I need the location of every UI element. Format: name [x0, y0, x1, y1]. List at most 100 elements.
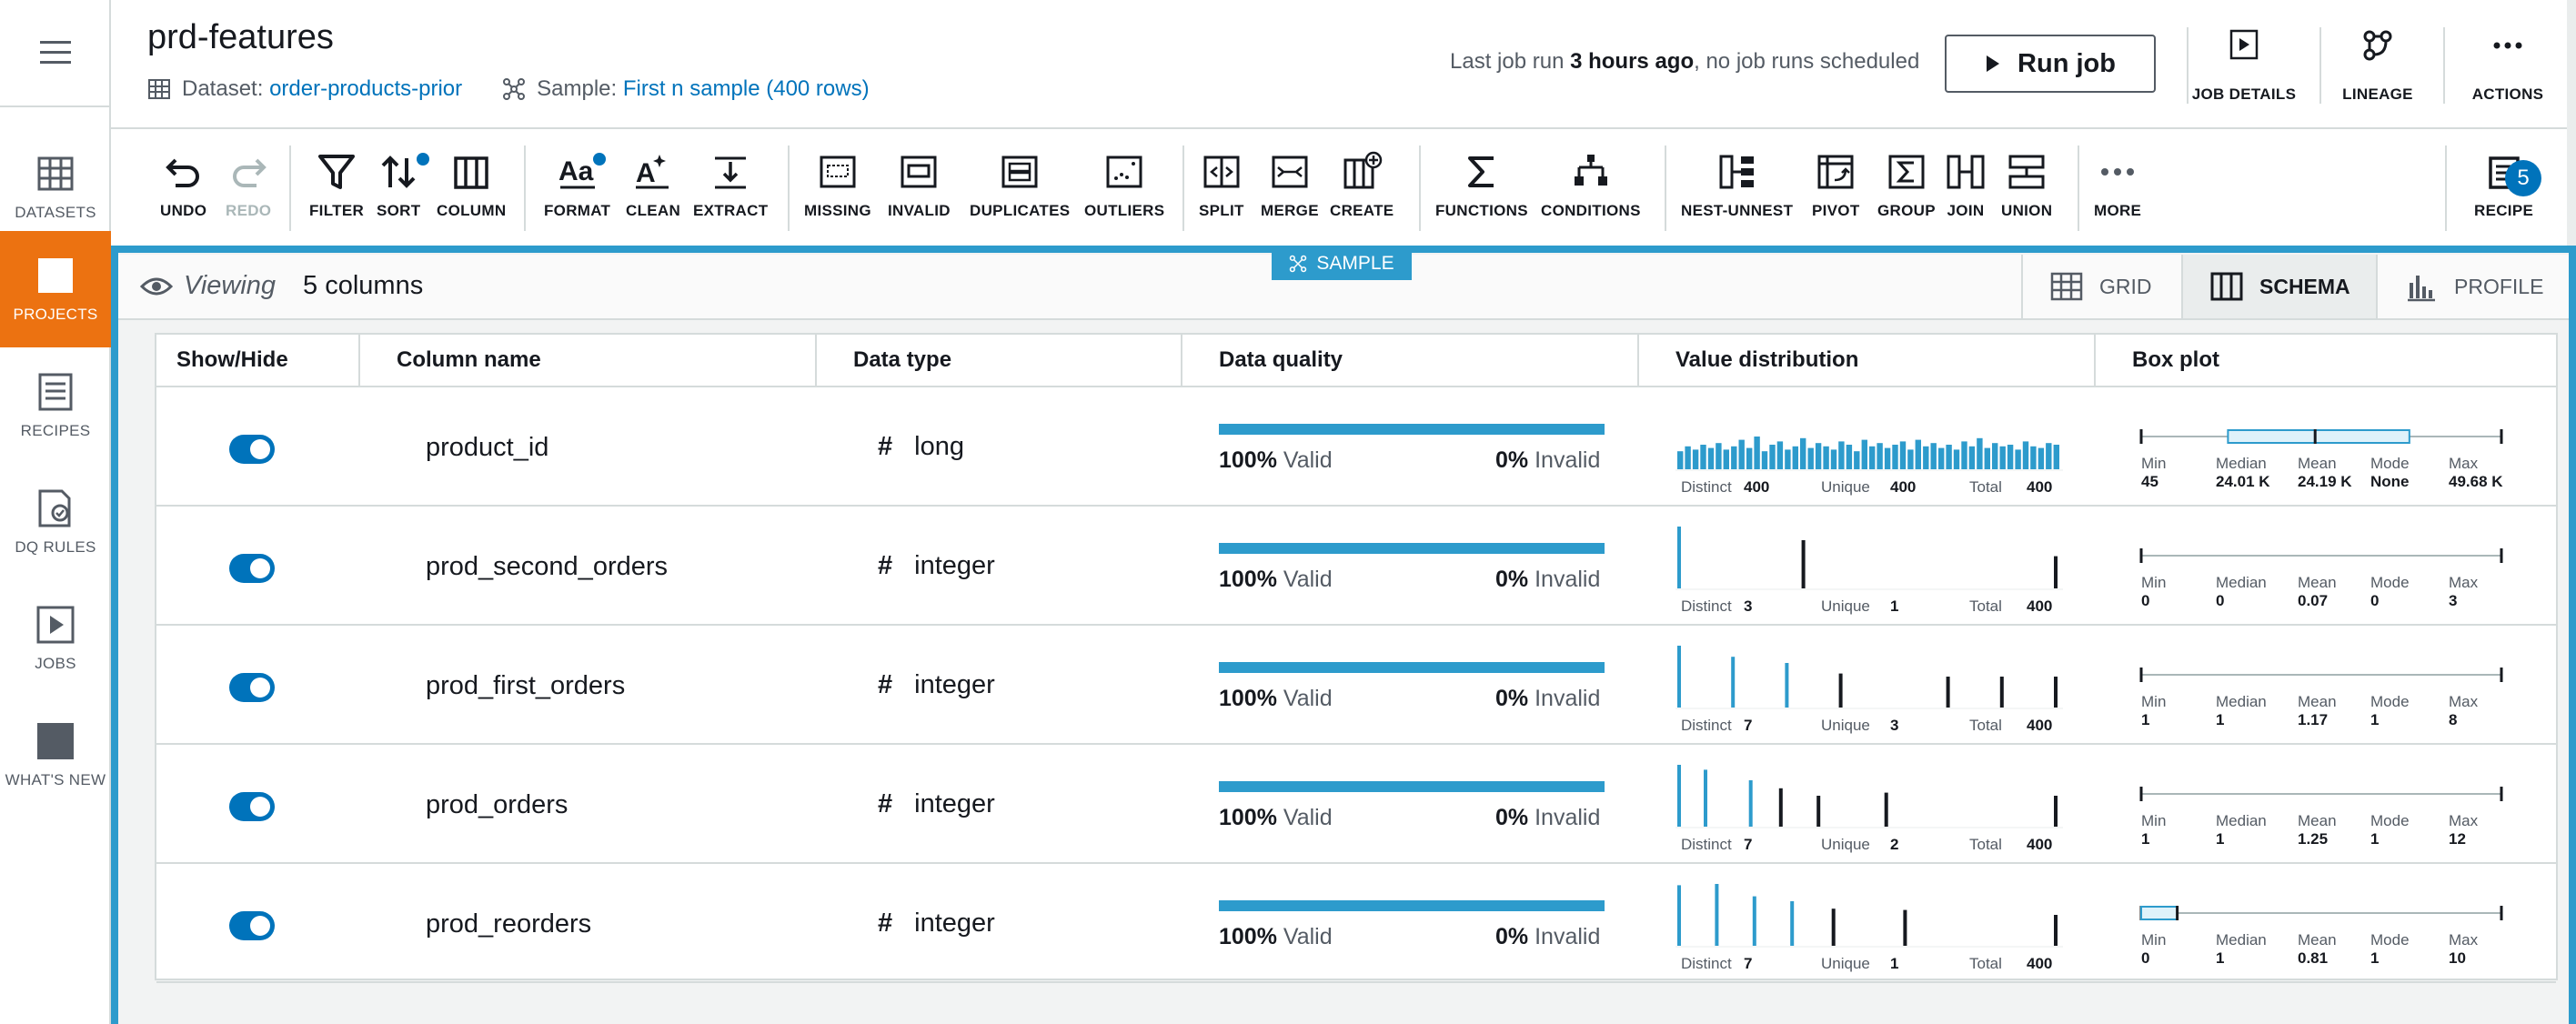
column-name[interactable]: prod_orders: [426, 790, 568, 820]
distribution-bar[interactable]: [1938, 447, 1945, 469]
distribution-bar[interactable]: [1778, 788, 1783, 827]
dataset-link[interactable]: order-products-prior: [269, 76, 462, 102]
merge-button[interactable]: MERGE: [1261, 151, 1319, 220]
invalid-button[interactable]: INVALID: [888, 151, 951, 220]
column-name[interactable]: product_id: [426, 433, 548, 463]
distribution-bar[interactable]: [1861, 439, 1867, 469]
tab-profile[interactable]: PROFILE: [2376, 255, 2569, 318]
column-name[interactable]: prod_first_orders: [426, 671, 625, 701]
distribution-bar[interactable]: [1731, 657, 1736, 708]
nav-projects[interactable]: PROJECTS: [0, 231, 111, 347]
distribution-bar[interactable]: [2022, 441, 2029, 469]
box-plot[interactable]: [2130, 781, 2512, 807]
table-row[interactable]: prod_reorders # integer 100% Valid 0% Inv…: [156, 864, 2556, 983]
columns-count[interactable]: 5 columns: [303, 271, 423, 301]
job-details-button[interactable]: JOB DETAILS: [2187, 27, 2299, 104]
distribution-bar[interactable]: [1884, 792, 1888, 827]
nav-datasets[interactable]: DATASETS: [0, 129, 111, 246]
redo-button[interactable]: REDO: [226, 151, 271, 220]
nav-recipes[interactable]: RECIPES: [0, 347, 111, 464]
nav-dq-rules[interactable]: DQ RULES: [0, 464, 111, 580]
distribution-bar[interactable]: [1968, 446, 1976, 469]
distribution-bar[interactable]: [1961, 441, 1967, 469]
show-hide-toggle[interactable]: [229, 792, 275, 821]
distribution-bar[interactable]: [1854, 451, 1860, 469]
distribution-bar[interactable]: [2007, 445, 2014, 469]
split-button[interactable]: SPLIT: [1199, 151, 1244, 220]
distribution-bar[interactable]: [2054, 915, 2058, 946]
distribution-bar[interactable]: [1907, 449, 1914, 469]
value-distribution-chart[interactable]: [1674, 398, 2065, 477]
run-job-button[interactable]: Run job: [1945, 35, 2156, 93]
distribution-bar[interactable]: [1899, 441, 1907, 469]
distribution-bar[interactable]: [1877, 443, 1883, 469]
value-distribution-chart[interactable]: [1674, 517, 2065, 596]
missing-button[interactable]: MISSING: [804, 151, 871, 220]
create-button[interactable]: CREATE: [1330, 151, 1394, 220]
distribution-bar[interactable]: [1785, 449, 1791, 469]
value-distribution-chart[interactable]: [1674, 637, 2065, 715]
table-row[interactable]: prod_second_orders # integer 100% Valid 0…: [156, 507, 2556, 626]
distribution-bar[interactable]: [1953, 449, 1960, 469]
nav-whats-new[interactable]: WHAT'S NEW: [0, 697, 111, 813]
distribution-bar[interactable]: [1831, 909, 1836, 946]
distribution-bar[interactable]: [2038, 447, 2045, 469]
distribution-bar[interactable]: [1716, 443, 1722, 469]
distribution-bar[interactable]: [1761, 451, 1768, 469]
join-button[interactable]: JOIN: [1945, 151, 1987, 220]
outliers-button[interactable]: OUTLIERS: [1084, 151, 1164, 220]
distribution-bar[interactable]: [1816, 796, 1821, 827]
distribution-bar[interactable]: [1752, 896, 1756, 946]
distribution-bar[interactable]: [2053, 445, 2059, 469]
distribution-bar[interactable]: [1738, 439, 1745, 469]
distribution-bar[interactable]: [1785, 663, 1789, 708]
distribution-bar[interactable]: [1677, 451, 1684, 469]
quality-bar[interactable]: [1219, 900, 1605, 911]
column-name[interactable]: prod_second_orders: [426, 552, 668, 582]
data-type[interactable]: # integer: [878, 789, 995, 819]
distribution-bar[interactable]: [1677, 527, 1681, 588]
distribution-bar[interactable]: [1748, 780, 1753, 827]
distribution-bar[interactable]: [1930, 443, 1937, 469]
distribution-bar[interactable]: [1677, 765, 1681, 827]
filter-button[interactable]: FILTER: [309, 151, 364, 220]
conditions-button[interactable]: CONDITIONS: [1541, 151, 1641, 220]
tab-schema[interactable]: SCHEMA: [2181, 255, 2376, 318]
distribution-bar[interactable]: [1999, 677, 2004, 708]
table-row[interactable]: prod_first_orders # integer 100% Valid 0%…: [156, 626, 2556, 745]
undo-button[interactable]: UNDO: [160, 151, 206, 220]
distribution-bar[interactable]: [1685, 446, 1691, 469]
distribution-bar[interactable]: [1884, 447, 1891, 469]
data-type[interactable]: # long: [878, 432, 964, 462]
show-hide-toggle[interactable]: [229, 554, 275, 583]
sample-link[interactable]: First n sample (400 rows): [623, 76, 870, 102]
more-button[interactable]: MORE: [2094, 151, 2141, 220]
distribution-bar[interactable]: [1923, 446, 1929, 469]
quality-bar[interactable]: [1219, 781, 1605, 792]
show-hide-toggle[interactable]: [229, 673, 275, 702]
distribution-bar[interactable]: [1769, 445, 1776, 469]
distribution-bar[interactable]: [1790, 901, 1795, 946]
union-button[interactable]: UNION: [2001, 151, 2052, 220]
distribution-bar[interactable]: [1869, 446, 1876, 469]
data-type[interactable]: # integer: [878, 670, 995, 700]
pivot-button[interactable]: PIVOT: [1812, 151, 1860, 220]
distribution-bar[interactable]: [1992, 443, 1998, 469]
distribution-bar[interactable]: [1692, 449, 1699, 469]
distribution-bar[interactable]: [1731, 446, 1737, 469]
distribution-bar[interactable]: [1977, 437, 1983, 469]
box-plot[interactable]: [2130, 543, 2512, 568]
distribution-bar[interactable]: [1677, 885, 1681, 946]
distribution-bar[interactable]: [1754, 437, 1760, 469]
table-row[interactable]: prod_orders # integer 100% Valid 0% Inval…: [156, 745, 2556, 864]
distribution-bar[interactable]: [1792, 446, 1798, 469]
distribution-bar[interactable]: [1838, 673, 1843, 708]
distribution-bar[interactable]: [1838, 441, 1845, 469]
box-plot[interactable]: [2130, 424, 2512, 449]
column-button[interactable]: COLUMN: [437, 151, 506, 220]
header-column-name[interactable]: Column name: [358, 335, 815, 386]
group-button[interactable]: GROUP: [1877, 151, 1936, 220]
sort-button[interactable]: SORT: [377, 151, 420, 220]
value-distribution-chart[interactable]: [1674, 875, 2065, 953]
distribution-bar[interactable]: [1715, 884, 1719, 946]
